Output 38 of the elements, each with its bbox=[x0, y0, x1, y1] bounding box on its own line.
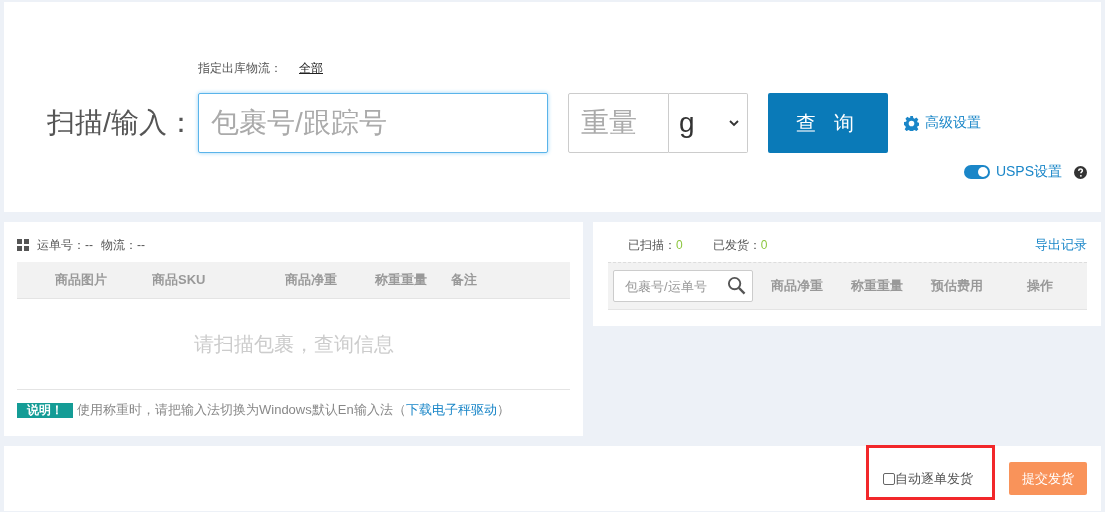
column-header: 称重重量 bbox=[851, 277, 904, 295]
column-header: 商品净重 bbox=[285, 271, 338, 289]
scan-label: 扫描/输入： bbox=[47, 106, 196, 140]
waybill-text: 运单号：-- bbox=[37, 236, 93, 254]
logistics-label: 指定出库物流： bbox=[198, 60, 282, 77]
export-link[interactable]: 导出记录 bbox=[1035, 236, 1087, 254]
gear-icon[interactable] bbox=[904, 115, 919, 131]
column-header: 操作 bbox=[1026, 277, 1054, 295]
note-label: 说明！ bbox=[17, 402, 73, 418]
unit-select[interactable]: g bbox=[669, 93, 748, 153]
column-header: 称重重量 bbox=[375, 271, 428, 289]
column-header: 预估费用 bbox=[931, 277, 984, 295]
note-text: 使用称重时，请把输入法切换为Windows默认En输入法（下载电子秤驱动） bbox=[77, 401, 510, 419]
caret-icon[interactable] bbox=[729, 119, 739, 127]
submit-button[interactable]: 提交发货 bbox=[1009, 462, 1087, 495]
query-button[interactable]: 查 询 bbox=[768, 93, 888, 153]
logistics-text: 物流：-- bbox=[101, 236, 145, 254]
usps-label: USPS设置 bbox=[995, 163, 1062, 181]
help-icon[interactable] bbox=[1074, 165, 1087, 179]
search-icon[interactable] bbox=[727, 276, 746, 295]
advanced-settings-link[interactable]: 高级设置 bbox=[904, 114, 981, 132]
logistics-link[interactable]: 全部 bbox=[299, 60, 323, 77]
scanned-count: 0 bbox=[676, 238, 683, 252]
column-header: 备注 bbox=[451, 271, 478, 289]
column-header: 商品SKU bbox=[152, 271, 207, 289]
scanned-label: 已扫描： bbox=[628, 236, 676, 254]
auto-ship-label: 自动逐单发货 bbox=[895, 469, 973, 488]
weight-input-field[interactable]: 重量 bbox=[568, 93, 669, 153]
column-header: 商品图片 bbox=[55, 271, 108, 289]
column-header: 商品净重 bbox=[771, 277, 824, 295]
scan-input-field[interactable]: 包裹号/跟踪号 bbox=[198, 93, 548, 153]
usps-toggle[interactable] bbox=[963, 165, 990, 179]
auto-ship-checkbox[interactable] bbox=[883, 472, 895, 485]
search-field[interactable]: 包裹号/运单号 bbox=[613, 270, 753, 302]
driver-download-link[interactable]: 下载电子秤驱动 bbox=[405, 402, 497, 417]
shipped-label: 已发货： bbox=[712, 236, 761, 254]
grid-icon bbox=[17, 239, 29, 251]
shipped-count: 0 bbox=[760, 238, 768, 252]
